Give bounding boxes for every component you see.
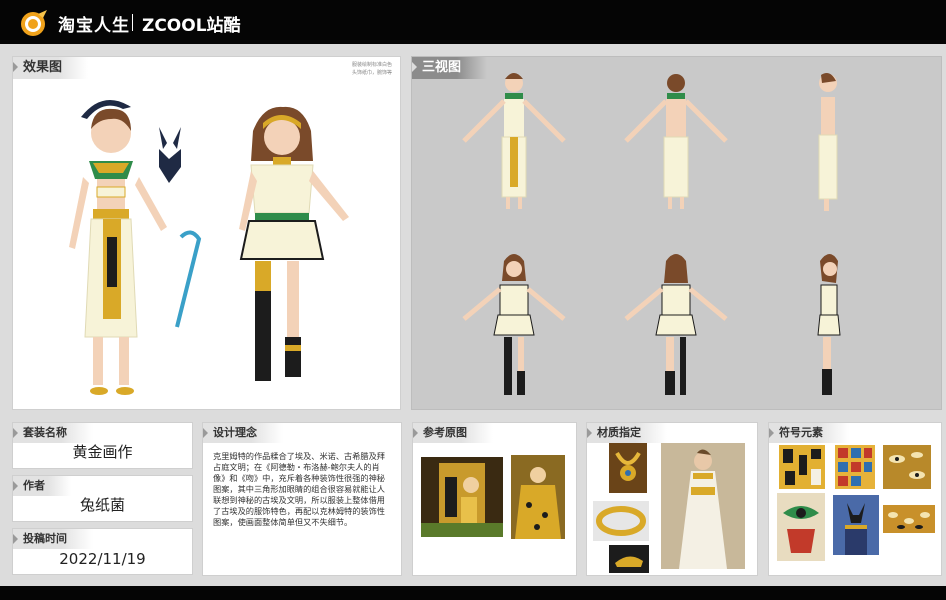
symbols-title: 符号元素 [769, 423, 849, 443]
brand-primary: 淘宝人生 [58, 16, 130, 36]
author-label: 作者 [13, 476, 71, 496]
three-views-illustration [462, 73, 841, 395]
material-panel: 材质指定 [586, 422, 758, 576]
effect-panel: 效果图 服装绘制标准白色 头饰纸巾，腕饰等 [12, 56, 401, 410]
symbol-gold-black-blocks [779, 445, 825, 489]
set-name-panel: 套装名称 黄金画作 [12, 422, 193, 469]
symbol-anubis-image [833, 495, 879, 555]
design-concept-title: 设计理念 [203, 423, 283, 443]
effect-note-line1: 服装绘制标准白色 [351, 62, 392, 68]
material-sandal-image [609, 545, 649, 573]
symbol-colored-squares [835, 445, 875, 489]
symbol-gold-leaf-pattern [883, 505, 935, 533]
symbol-egyptian-eye-painting [777, 493, 825, 561]
submit-date-panel: 投稿时间 2022/11/19 [12, 528, 193, 575]
three-views-panel: 三视图 [411, 56, 942, 410]
female-character-illustration [239, 106, 349, 381]
material-necklace-image [609, 443, 647, 493]
design-concept-text: 克里姆特的作品糅合了埃及、米诺、古希腊及拜占庭文明；在《阿德勒・布洛赫-鲍尔夫人… [213, 451, 385, 527]
submit-date-label: 投稿时间 [13, 529, 93, 549]
brand-divider [132, 14, 133, 31]
bottom-bar [0, 586, 946, 600]
reference-panel: 参考原图 [412, 422, 577, 576]
set-name-label: 套装名称 [13, 423, 93, 443]
reference-title: 参考原图 [413, 423, 493, 443]
material-dress-photo [661, 443, 745, 569]
material-title: 材质指定 [587, 423, 667, 443]
brand-secondary: ZCOOL站酷 [142, 16, 241, 36]
reference-image-adele-portrait [511, 455, 565, 539]
material-bracelet-image [593, 501, 649, 541]
taobao-life-logo-icon [18, 8, 50, 38]
author-value: 兔纸菌 [79, 496, 125, 514]
symbols-panel: 符号元素 [768, 422, 942, 576]
male-character-illustration [69, 99, 202, 395]
submit-date-value: 2022/11/19 [59, 550, 146, 568]
reference-image-the-kiss [421, 457, 503, 537]
effect-panel-title: 效果图 [13, 57, 89, 79]
design-concept-panel: 设计理念 克里姆特的作品糅合了埃及、米诺、古希腊及拜占庭文明；在《阿德勒・布洛赫… [202, 422, 402, 576]
author-panel: 作者 兔纸菌 [12, 475, 193, 522]
set-name-value: 黄金画作 [72, 443, 133, 461]
effect-note-line2: 头饰纸巾，腕饰等 [351, 70, 392, 76]
top-bar: 淘宝人生 ZCOOL站酷 [0, 0, 946, 44]
effect-note: 服装绘制标准白色 头饰纸巾，腕饰等 [352, 61, 392, 77]
symbol-eye-pattern [883, 445, 931, 489]
